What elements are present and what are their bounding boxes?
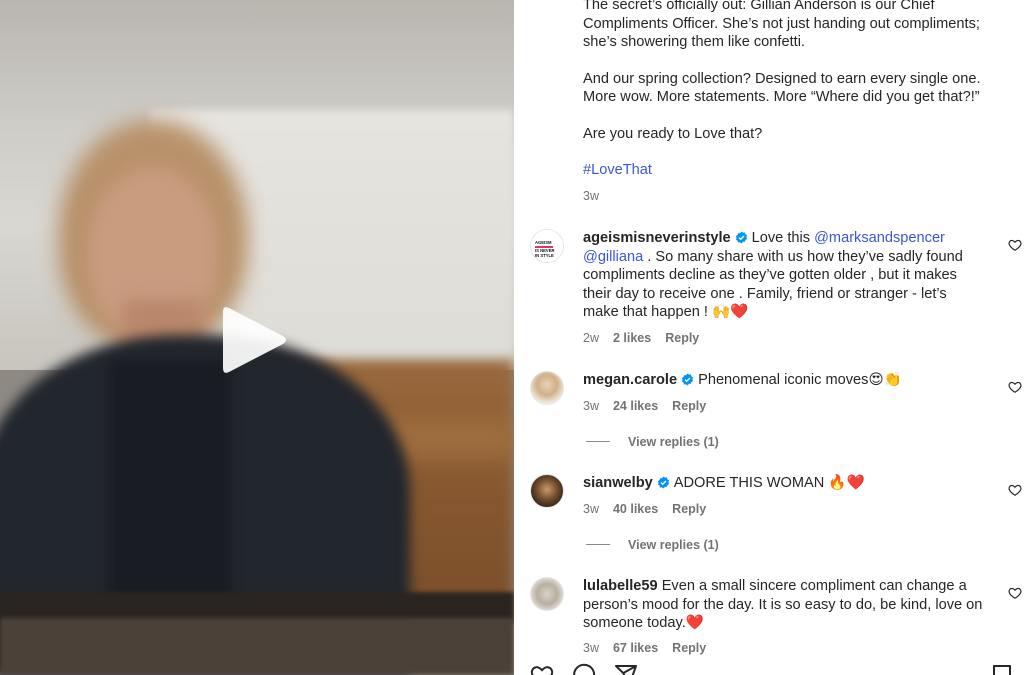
caption-paragraph-1: The secret’s officially out: Gillian And… xyxy=(583,0,980,50)
post-caption: The secret’s officially out: Gillian And… xyxy=(583,0,1008,180)
svg-text:AGEISM: AGEISM xyxy=(535,240,552,245)
heart-outline-icon[interactable] xyxy=(1008,483,1022,497)
avatar[interactable] xyxy=(530,371,564,405)
comment-likes[interactable]: 24 likes xyxy=(613,399,658,413)
verified-badge-icon xyxy=(735,231,747,244)
mention-link[interactable]: @gilliana xyxy=(583,249,643,265)
comment-meta: 2w 2 likes Reply xyxy=(583,331,713,345)
share-icon[interactable] xyxy=(614,663,638,675)
comment-timestamp[interactable]: 3w xyxy=(583,641,599,655)
heart-outline-icon[interactable] xyxy=(1008,586,1022,600)
comment-likes[interactable]: 67 likes xyxy=(613,641,658,655)
post-details-panel: The secret’s officially out: Gillian And… xyxy=(514,0,1024,675)
comment-likes[interactable]: 2 likes xyxy=(613,331,651,345)
mention-link[interactable]: @marksandspencer xyxy=(814,230,945,246)
svg-text:IN STYLE: IN STYLE xyxy=(535,253,554,258)
bookmark-icon[interactable] xyxy=(990,663,1014,675)
verified-badge-icon xyxy=(682,373,694,386)
comment-body: lulabelle59 Even a small sincere complim… xyxy=(583,577,983,633)
comment-timestamp[interactable]: 3w xyxy=(583,399,599,413)
avatar[interactable]: AGEISM IS NEVER IN STYLE xyxy=(530,229,564,263)
heart-outline-icon[interactable] xyxy=(1008,380,1022,394)
comment-timestamp[interactable]: 3w xyxy=(583,502,599,516)
caption-paragraph-2: And our spring collection? Designed to e… xyxy=(583,70,981,106)
comment-text: Phenomenal iconic moves😍👏 xyxy=(698,372,902,388)
comment-likes[interactable]: 40 likes xyxy=(613,502,658,516)
comment-username[interactable]: megan.carole xyxy=(583,372,677,388)
comment-meta: 3w 40 likes Reply xyxy=(583,502,720,516)
video-person-top xyxy=(110,360,230,620)
verified-badge-icon xyxy=(657,476,669,489)
comment-text: ADORE THIS WOMAN 🔥❤️ xyxy=(673,475,865,491)
replies-divider xyxy=(586,544,610,545)
play-icon[interactable] xyxy=(217,302,289,378)
caption-paragraph-3: Are you ready to Love that? xyxy=(583,125,763,142)
video-player[interactable] xyxy=(0,0,514,675)
comment-body: sianwelby ADORE THIS WOMAN 🔥❤️ xyxy=(583,474,983,493)
ageism-logo-icon: AGEISM IS NEVER IN STYLE xyxy=(531,230,563,262)
view-replies-button[interactable]: View replies (1) xyxy=(586,435,719,449)
reply-button[interactable]: Reply xyxy=(672,502,706,516)
heart-outline-icon[interactable] xyxy=(1008,238,1022,252)
reply-button[interactable]: Reply xyxy=(672,641,706,655)
comment-username[interactable]: sianwelby xyxy=(583,475,653,491)
post-action-bar xyxy=(514,655,1024,675)
view-replies-label: View replies (1) xyxy=(628,538,719,552)
reply-button[interactable]: Reply xyxy=(672,399,706,413)
comment-username[interactable]: ageismisneverinstyle xyxy=(583,230,731,246)
comment-username[interactable]: lulabelle59 xyxy=(583,578,658,594)
view-replies-label: View replies (1) xyxy=(628,435,719,449)
comment-icon[interactable] xyxy=(572,663,596,675)
replies-divider xyxy=(586,441,610,442)
caption-timestamp[interactable]: 3w xyxy=(583,189,599,203)
comment-text: Love this xyxy=(751,230,815,246)
like-icon[interactable] xyxy=(530,663,554,675)
comment-body: megan.carole Phenomenal iconic moves😍👏 xyxy=(583,371,983,390)
avatar[interactable] xyxy=(530,474,564,508)
comment-meta: 3w 67 likes Reply xyxy=(583,641,720,655)
avatar[interactable] xyxy=(530,577,564,611)
hashtag-link[interactable]: #LoveThat xyxy=(583,162,652,178)
view-replies-button[interactable]: View replies (1) xyxy=(586,538,719,552)
video-desk xyxy=(0,618,514,675)
reply-button[interactable]: Reply xyxy=(665,331,699,345)
comment-timestamp[interactable]: 2w xyxy=(583,331,599,345)
comment-body: ageismisneverinstyle Love this @marksands… xyxy=(583,229,983,322)
comment-meta: 3w 24 likes Reply xyxy=(583,399,720,413)
